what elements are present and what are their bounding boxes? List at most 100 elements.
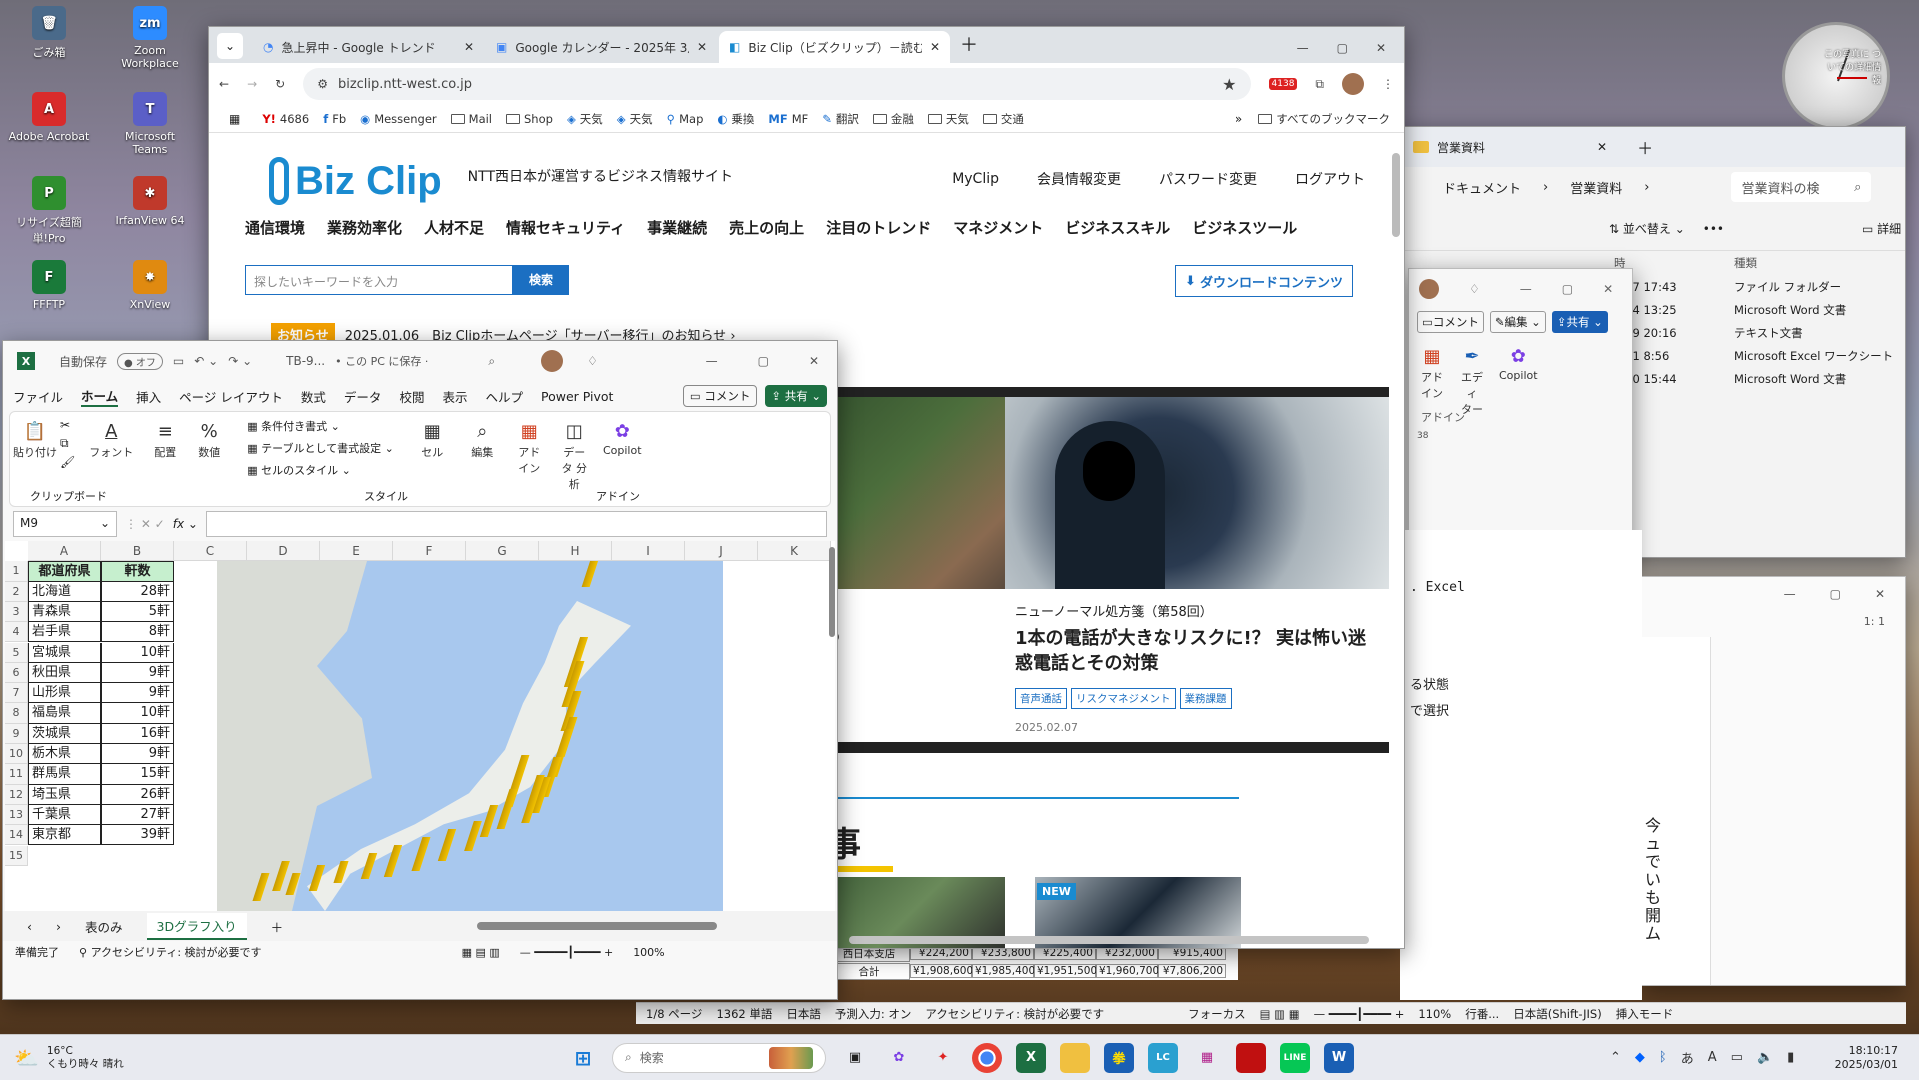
number-button[interactable]: % 数値 [187,418,231,460]
explorer-search[interactable]: 営業資料の検 ⌕ [1731,172,1872,202]
lightbulb-icon[interactable]: ♢ [587,354,598,368]
breadcrumb-1[interactable]: ドキュメント [1443,178,1521,197]
browser-tab[interactable]: ▣ Google カレンダー - 2025年 3月 ✕ [486,31,717,63]
menu-tab[interactable]: ファイル [13,387,63,406]
status-line[interactable]: 行番... [1465,1006,1499,1022]
bookmark-item[interactable]: f Fb [323,112,346,126]
file-row[interactable]: 2/01 8:56 Microsoft Excel ワークシート [1614,344,1905,367]
more-icon[interactable]: ••• [1703,222,1724,236]
browser-tab[interactable]: ◔ 急上昇中 - Google トレンド ✕ [253,31,484,63]
status-encoding[interactable]: 日本語(Shift-JIS) [1513,1006,1602,1022]
table-cell[interactable]: 埼玉県 [28,784,101,805]
align-button[interactable]: ≡ 配置 [143,418,187,460]
sheet-grid[interactable]: A B C D E F G H I J K 1 2 3 4 5 6 7 8 9 10 11 12 13 14 15 都道府県 軒数 北海… [5,541,835,911]
copilot-button[interactable]: ✿ Copilot [597,418,647,458]
detail-button[interactable]: ▭ 詳細 [1862,220,1901,237]
comment-button[interactable]: ▭ コメント [682,385,758,407]
new-tab-button[interactable]: ＋ [960,31,978,57]
data-analysis-button[interactable]: ◫ データ 分析 [551,418,597,492]
row-header[interactable]: 11 [5,764,28,785]
tab-search-icon[interactable]: ⌄ [217,33,243,59]
table-cell[interactable]: 福島県 [28,703,101,724]
row-header[interactable]: 3 [5,601,28,623]
back-icon[interactable]: ← [219,77,229,91]
column-header[interactable]: C [174,541,247,562]
apps-icon[interactable]: ▦ [229,112,240,126]
table-cell[interactable]: 10軒 [101,703,174,724]
status-predict[interactable]: 予測入力: オン [835,1006,912,1022]
table-cell[interactable]: 山形県 [28,683,101,704]
address-bar[interactable]: ⚙ bizclip.ntt-west.co.jp ★ [303,68,1251,100]
font-button[interactable]: A フォント [89,418,133,460]
zoom-slider[interactable]: — ━━━━┃━━━━ + [1314,1007,1405,1021]
category-link[interactable]: 業務効率化 [327,217,402,238]
app-grid-icon[interactable]: ▦ [1192,1043,1222,1073]
explorer-icon[interactable] [1060,1042,1090,1073]
table-cell[interactable]: 茨城県 [28,723,101,744]
site-search-button[interactable]: 検索 [513,265,569,295]
cells-button[interactable]: ▦ セル [407,418,457,460]
table-cell[interactable]: 26軒 [101,784,174,805]
conditional-format[interactable]: ▦ 条件付き書式 ⌄ [247,418,407,434]
bookmark-item[interactable]: ◈ 天気 [617,111,653,127]
extension-badge[interactable]: 4138 [1268,78,1298,90]
breadcrumb-2[interactable]: 営業資料 [1570,178,1622,197]
line-icon[interactable]: LINE [1280,1042,1310,1073]
desktop-icon[interactable]: zm Zoom Workplace [108,6,192,70]
zoom-slider[interactable]: — ━━━━━┃━━━━ + [520,946,613,959]
table-cell[interactable]: 東京都 [28,825,101,846]
table-cell[interactable]: 8軒 [101,622,174,643]
sheet-tab-1[interactable]: 表のみ [85,917,123,936]
category-link[interactable]: ビジネスツール [1192,217,1297,238]
row-header[interactable]: 14 [5,825,28,846]
column-header[interactable]: F [393,541,466,562]
clock[interactable]: 18:10:17 2025/03/01 [1832,1044,1898,1072]
forward-icon[interactable]: → [247,77,257,91]
category-link[interactable]: 人材不足 [424,217,484,238]
bookmark-item[interactable]: 天気 [927,111,969,127]
taskbar-search[interactable]: ⌕ 検索 [612,1042,826,1073]
zoom-level[interactable]: 100% [633,946,664,959]
file-row[interactable]: 4/10 15:44 Microsoft Word 文書 [1614,367,1905,390]
desktop-icon[interactable]: ✱ IrfanView 64 [108,176,192,227]
table-cell[interactable]: 宮城県 [28,642,101,663]
maximize-icon[interactable]: ▢ [1337,41,1348,55]
filename[interactable]: TB-9... [286,354,325,368]
table-cell[interactable]: 9軒 [101,744,174,765]
bizclip-logo[interactable]: Biz Clip [295,159,442,204]
row-header[interactable]: 10 [5,744,28,765]
article-tag[interactable]: 業務課題 [1179,688,1232,709]
prefecture-bar[interactable] [437,829,457,861]
maximize-icon[interactable]: ▢ [758,354,769,368]
row-header[interactable]: 13 [5,804,28,826]
desktop-icon[interactable]: F FFFTP [7,260,91,311]
category-link[interactable]: 通信環境 [245,217,305,238]
status-accessibility[interactable]: ⚲ アクセシビリティ: 検討が必要です [79,944,262,960]
format-as-table[interactable]: ▦ テーブルとして書式設定 ⌄ [247,440,407,456]
avatar[interactable] [541,350,564,372]
excel-window[interactable]: X 自動保存 ● オフ ▭ ↶ ⌄ ↷ ⌄ TB-9... • この PC に保… [2,340,838,1000]
table-cell[interactable]: 27軒 [101,804,174,826]
table-header-cell[interactable]: 都道府県 [28,561,101,582]
desktop-icon[interactable]: P リサイズ超簡単!Pro [7,176,91,246]
menu-icon[interactable]: ⋮ [1382,77,1394,91]
bluetooth-icon[interactable]: ᛒ [1659,1050,1667,1065]
chrome-icon[interactable] [972,1042,1002,1073]
addin-button[interactable]: ▦ アド イン [507,418,551,476]
save-icon[interactable]: ▭ [173,354,184,368]
table-cell[interactable]: 北海道 [28,581,101,602]
excel-icon[interactable]: X [1016,1042,1046,1073]
view-buttons[interactable]: ▦ ▤ ▥ [462,946,500,959]
category-link[interactable]: 注目のトレンド [826,217,931,238]
3d-map-chart[interactable] [217,561,723,911]
close-icon[interactable]: ✕ [1597,140,1607,154]
formula-bar[interactable] [205,511,827,537]
menu-tab[interactable]: 校閲 [399,387,424,406]
download-button[interactable]: ⬇ ダウンロードコンテンツ [1175,265,1353,297]
editor-button[interactable]: ✒ エディ ター [1459,343,1485,417]
bookmark-item[interactable]: ◐ 乗換 [717,111,754,127]
ime-icon[interactable]: あ [1681,1048,1694,1067]
table-cell[interactable]: 群馬県 [28,764,101,785]
bookmark-item[interactable]: Mail [450,112,492,126]
close-window-icon[interactable]: ✕ [1376,41,1386,55]
